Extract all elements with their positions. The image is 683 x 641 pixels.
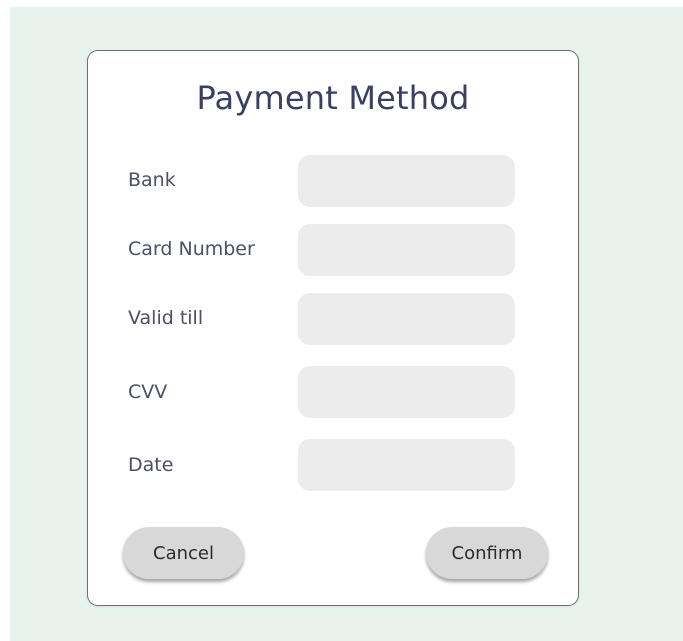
cancel-button[interactable]: Cancel xyxy=(123,527,244,579)
dialog-title: Payment Method xyxy=(196,79,470,117)
bank-input[interactable] xyxy=(298,155,515,207)
cvv-input[interactable] xyxy=(298,366,515,418)
valid-till-input[interactable] xyxy=(298,293,515,345)
cvv-label: CVV xyxy=(128,381,168,403)
date-label: Date xyxy=(128,454,174,476)
date-input[interactable] xyxy=(298,439,515,491)
payment-method-dialog: Payment Method Bank Card Number Valid ti… xyxy=(87,50,579,606)
card-number-input[interactable] xyxy=(298,224,515,276)
confirm-button[interactable]: Confirm xyxy=(426,527,548,579)
bank-label: Bank xyxy=(128,169,176,191)
card-number-label: Card Number xyxy=(128,238,255,260)
valid-till-label: Valid till xyxy=(128,307,204,329)
